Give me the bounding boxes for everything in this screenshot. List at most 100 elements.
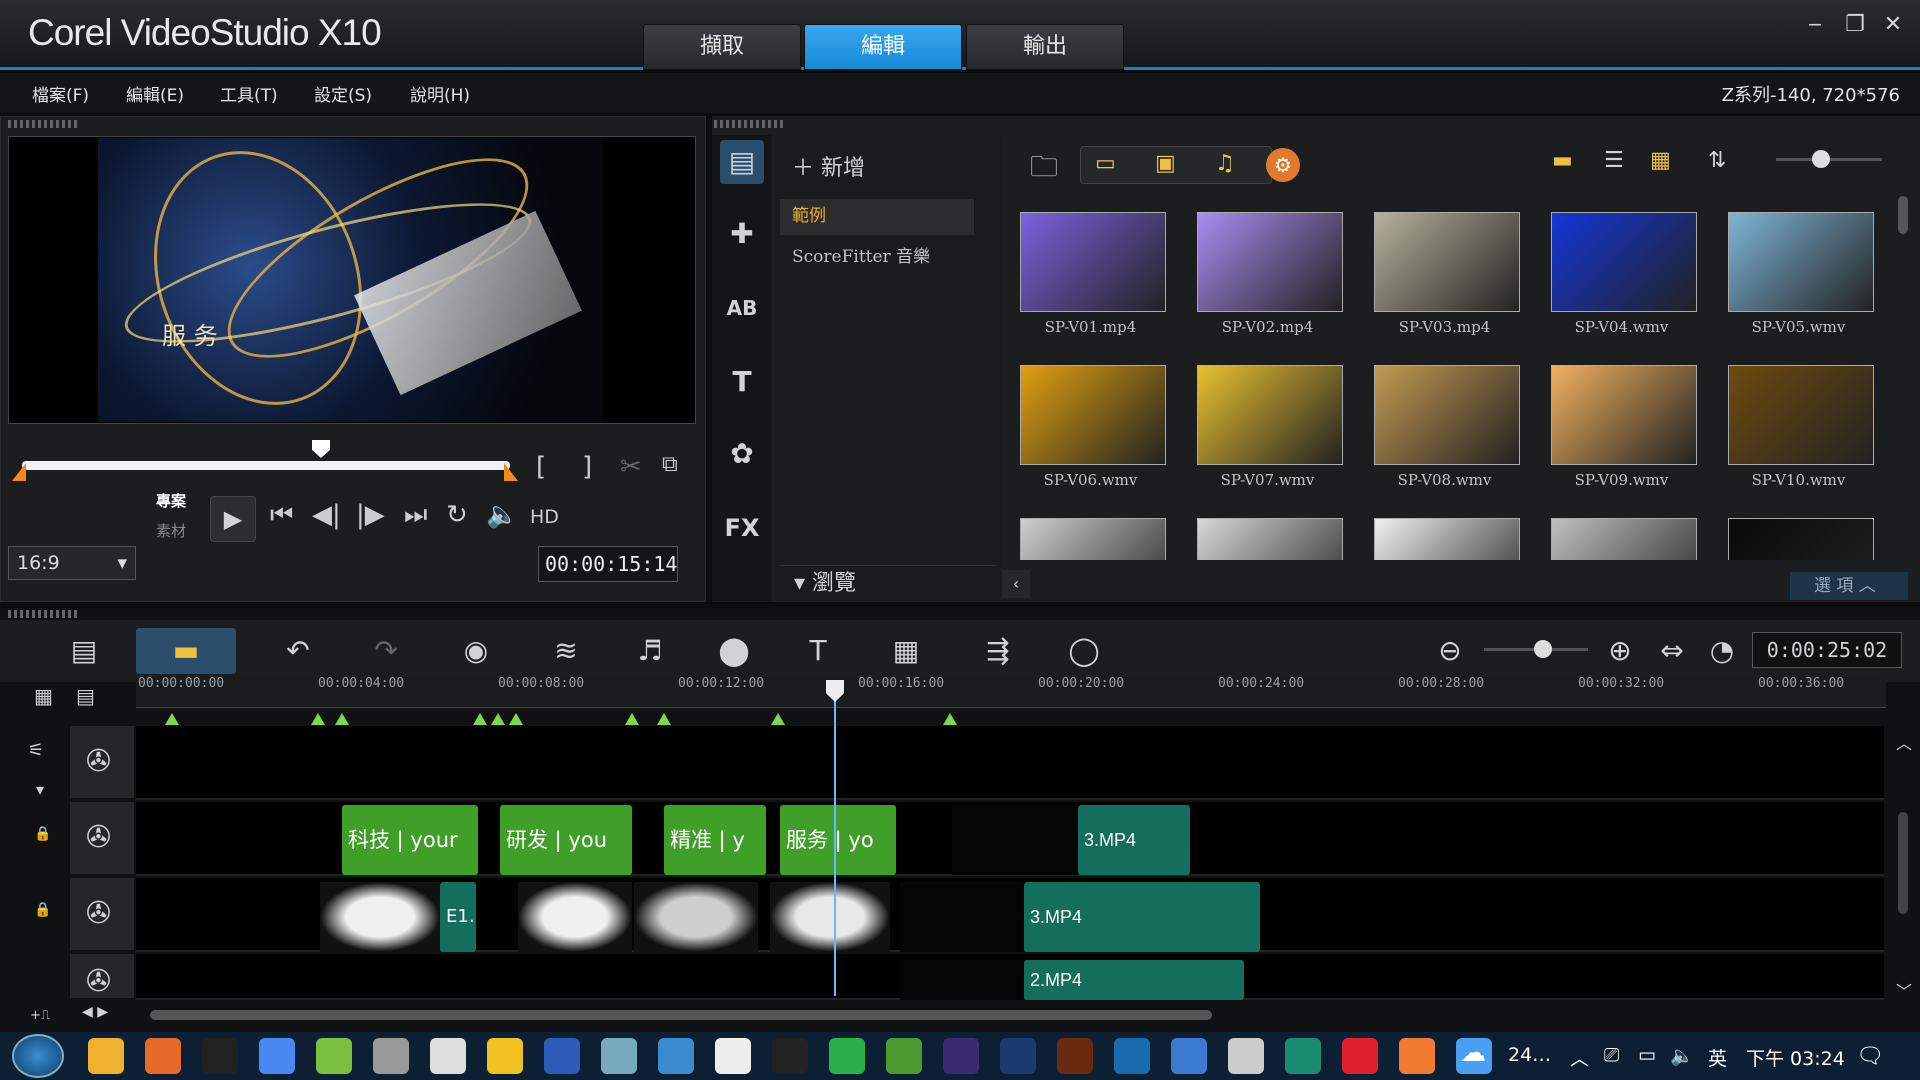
media-item[interactable]: SP-V08.wmv xyxy=(1356,343,1533,493)
photoshop-icon[interactable] xyxy=(1000,1038,1036,1074)
cue-marker[interactable] xyxy=(473,713,487,725)
tab-edit[interactable]: 編輯 xyxy=(804,24,962,70)
mark-in-button[interactable]: [ xyxy=(536,452,546,482)
auto-music-icon[interactable]: ♬ xyxy=(620,628,680,674)
ime-indicator[interactable]: 英 xyxy=(1708,1044,1727,1071)
video-clip[interactable]: 3.MP4 xyxy=(1078,805,1190,875)
aspect-ratio-select[interactable]: 16:9 ▾ xyxy=(8,546,136,580)
photo-clip[interactable] xyxy=(770,882,890,952)
app-icon[interactable] xyxy=(1171,1038,1207,1074)
media-item[interactable] xyxy=(1356,496,1533,560)
media-icon[interactable]: ▤ xyxy=(720,140,764,184)
panel-grip[interactable] xyxy=(714,120,786,128)
cue-marker[interactable] xyxy=(491,713,505,725)
home-icon[interactable]: ⏮ xyxy=(270,500,293,531)
scrub-bar[interactable] xyxy=(22,461,510,470)
cue-marker[interactable] xyxy=(625,713,639,725)
sort-icon[interactable]: ⇅ xyxy=(1708,148,1726,173)
start-button[interactable] xyxy=(12,1034,64,1078)
lock-icon[interactable]: 🔒 xyxy=(34,902,51,918)
timeline-view-icon[interactable]: ▬ xyxy=(136,628,236,674)
panel-grip[interactable] xyxy=(8,120,80,128)
qq-icon[interactable] xyxy=(430,1038,466,1074)
zoom-icon[interactable] xyxy=(1114,1038,1150,1074)
tray-chevron-icon[interactable]: ︿ xyxy=(1570,1044,1589,1071)
multi-camera-icon[interactable]: ▦ xyxy=(876,628,936,674)
media-icon[interactable] xyxy=(202,1038,238,1074)
play-icon[interactable]: ▶ xyxy=(210,496,256,542)
photo-clip[interactable] xyxy=(320,882,440,952)
tab-share[interactable]: 輸出 xyxy=(966,24,1124,70)
chatgpt-icon[interactable] xyxy=(373,1038,409,1074)
next-frame-icon[interactable]: |▶ xyxy=(356,500,385,530)
volume-icon[interactable]: 🔈 xyxy=(486,500,518,530)
folder-scorefitter[interactable]: ScoreFitter 音樂 xyxy=(792,242,930,267)
panel-grip[interactable] xyxy=(8,610,80,618)
video-clip[interactable]: 3.MP4 xyxy=(1024,882,1260,952)
zoom-handle[interactable] xyxy=(1534,640,1552,658)
collapse-left-icon[interactable]: ‹ xyxy=(1002,570,1030,598)
cue-marker[interactable] xyxy=(165,713,179,725)
sound-mixer-icon[interactable]: ≋ xyxy=(536,628,596,674)
subtitle-editor-icon[interactable]: T xyxy=(788,628,848,674)
video-track[interactable] xyxy=(136,726,1884,800)
music-filter-icon[interactable]: ♫ xyxy=(1215,151,1235,176)
media-item[interactable]: SP-V10.wmv xyxy=(1710,343,1887,493)
menu-file[interactable]: 檔案(F) xyxy=(32,81,89,106)
track-header-overlay-4[interactable]: ✇ xyxy=(70,878,134,952)
video-clip-thumb[interactable] xyxy=(952,805,1078,875)
zoom-in-icon[interactable]: ⊕ xyxy=(1590,628,1650,674)
online-media-icon[interactable]: ⚙ xyxy=(1266,148,1300,182)
track-tools-icon[interactable]: ⚟ xyxy=(28,740,44,761)
media-item[interactable] xyxy=(1179,496,1356,560)
clock-icon[interactable]: ◔ xyxy=(1692,628,1752,674)
motion-tracking-icon[interactable]: ⬤ xyxy=(704,628,764,674)
photo-clip[interactable] xyxy=(634,882,758,952)
video-filter-icon[interactable]: ▭ xyxy=(1095,151,1116,176)
weather-icon[interactable]: ☁ xyxy=(1460,1038,1486,1068)
illustrator-icon[interactable] xyxy=(1057,1038,1093,1074)
add-track-icon[interactable]: +⎍ xyxy=(30,1008,50,1023)
title-clip[interactable]: 研发 | you xyxy=(500,805,632,875)
mode-project[interactable]: 專案 xyxy=(156,490,186,511)
monitor-icon[interactable] xyxy=(1285,1038,1321,1074)
scroll-up-icon[interactable]: ︿ xyxy=(1896,730,1912,754)
cue-marker[interactable] xyxy=(335,713,349,725)
close-button[interactable]: ✕ xyxy=(1878,10,1908,40)
track-manager-icon[interactable]: ▦ xyxy=(34,684,53,708)
menu-edit[interactable]: 編輯(E) xyxy=(126,81,184,106)
transition-icon[interactable]: AB xyxy=(720,286,764,330)
media-item[interactable]: SP-V02.mp4 xyxy=(1179,190,1356,340)
prev-frame-icon[interactable]: ◀| xyxy=(312,500,341,530)
playhead[interactable] xyxy=(834,684,836,996)
end-icon[interactable]: ⏭ xyxy=(404,500,427,531)
thumb-size-handle[interactable] xyxy=(1812,150,1830,168)
media-item[interactable] xyxy=(1002,496,1179,560)
tab-capture[interactable]: 擷取 xyxy=(643,24,801,70)
track-header-video[interactable]: ✇ xyxy=(70,726,134,800)
storyboard-view-icon[interactable]: ▤ xyxy=(54,628,114,674)
app-icon[interactable] xyxy=(715,1038,751,1074)
video-clip-thumb[interactable] xyxy=(900,882,1024,952)
cue-marker[interactable] xyxy=(509,713,523,725)
minimize-button[interactable]: ‒ xyxy=(1800,10,1830,40)
add-folder-button[interactable]: ＋ 新增 xyxy=(792,150,865,182)
speaker-icon[interactable]: 🔈 xyxy=(1670,1044,1694,1067)
scissors-icon[interactable]: ✂ xyxy=(620,452,642,482)
notification-icon[interactable]: 🗨 xyxy=(1856,1044,1884,1069)
image-icon[interactable] xyxy=(658,1038,694,1074)
track-header-overlay-5[interactable]: ✇ xyxy=(70,954,134,1000)
fx-icon[interactable]: FX xyxy=(720,506,764,550)
instant-project-icon[interactable]: ✚ xyxy=(720,212,764,256)
list-view-icon[interactable]: ☰ xyxy=(1604,148,1624,173)
time-remap-icon[interactable]: ⇶ xyxy=(968,628,1028,674)
videostudio-icon[interactable] xyxy=(1342,1038,1378,1074)
repeat-icon[interactable]: ↻ xyxy=(446,500,468,530)
mode-clip[interactable]: 素材 xyxy=(156,520,186,541)
title-icon[interactable]: T xyxy=(720,360,764,404)
cue-marker[interactable] xyxy=(311,713,325,725)
title-clip[interactable]: 精准 | y xyxy=(664,805,766,875)
chevron-down-icon[interactable]: ▾ xyxy=(36,780,44,799)
enlarge-icon[interactable]: ⧉ xyxy=(662,452,678,477)
media-item[interactable]: SP-V03.mp4 xyxy=(1356,190,1533,340)
